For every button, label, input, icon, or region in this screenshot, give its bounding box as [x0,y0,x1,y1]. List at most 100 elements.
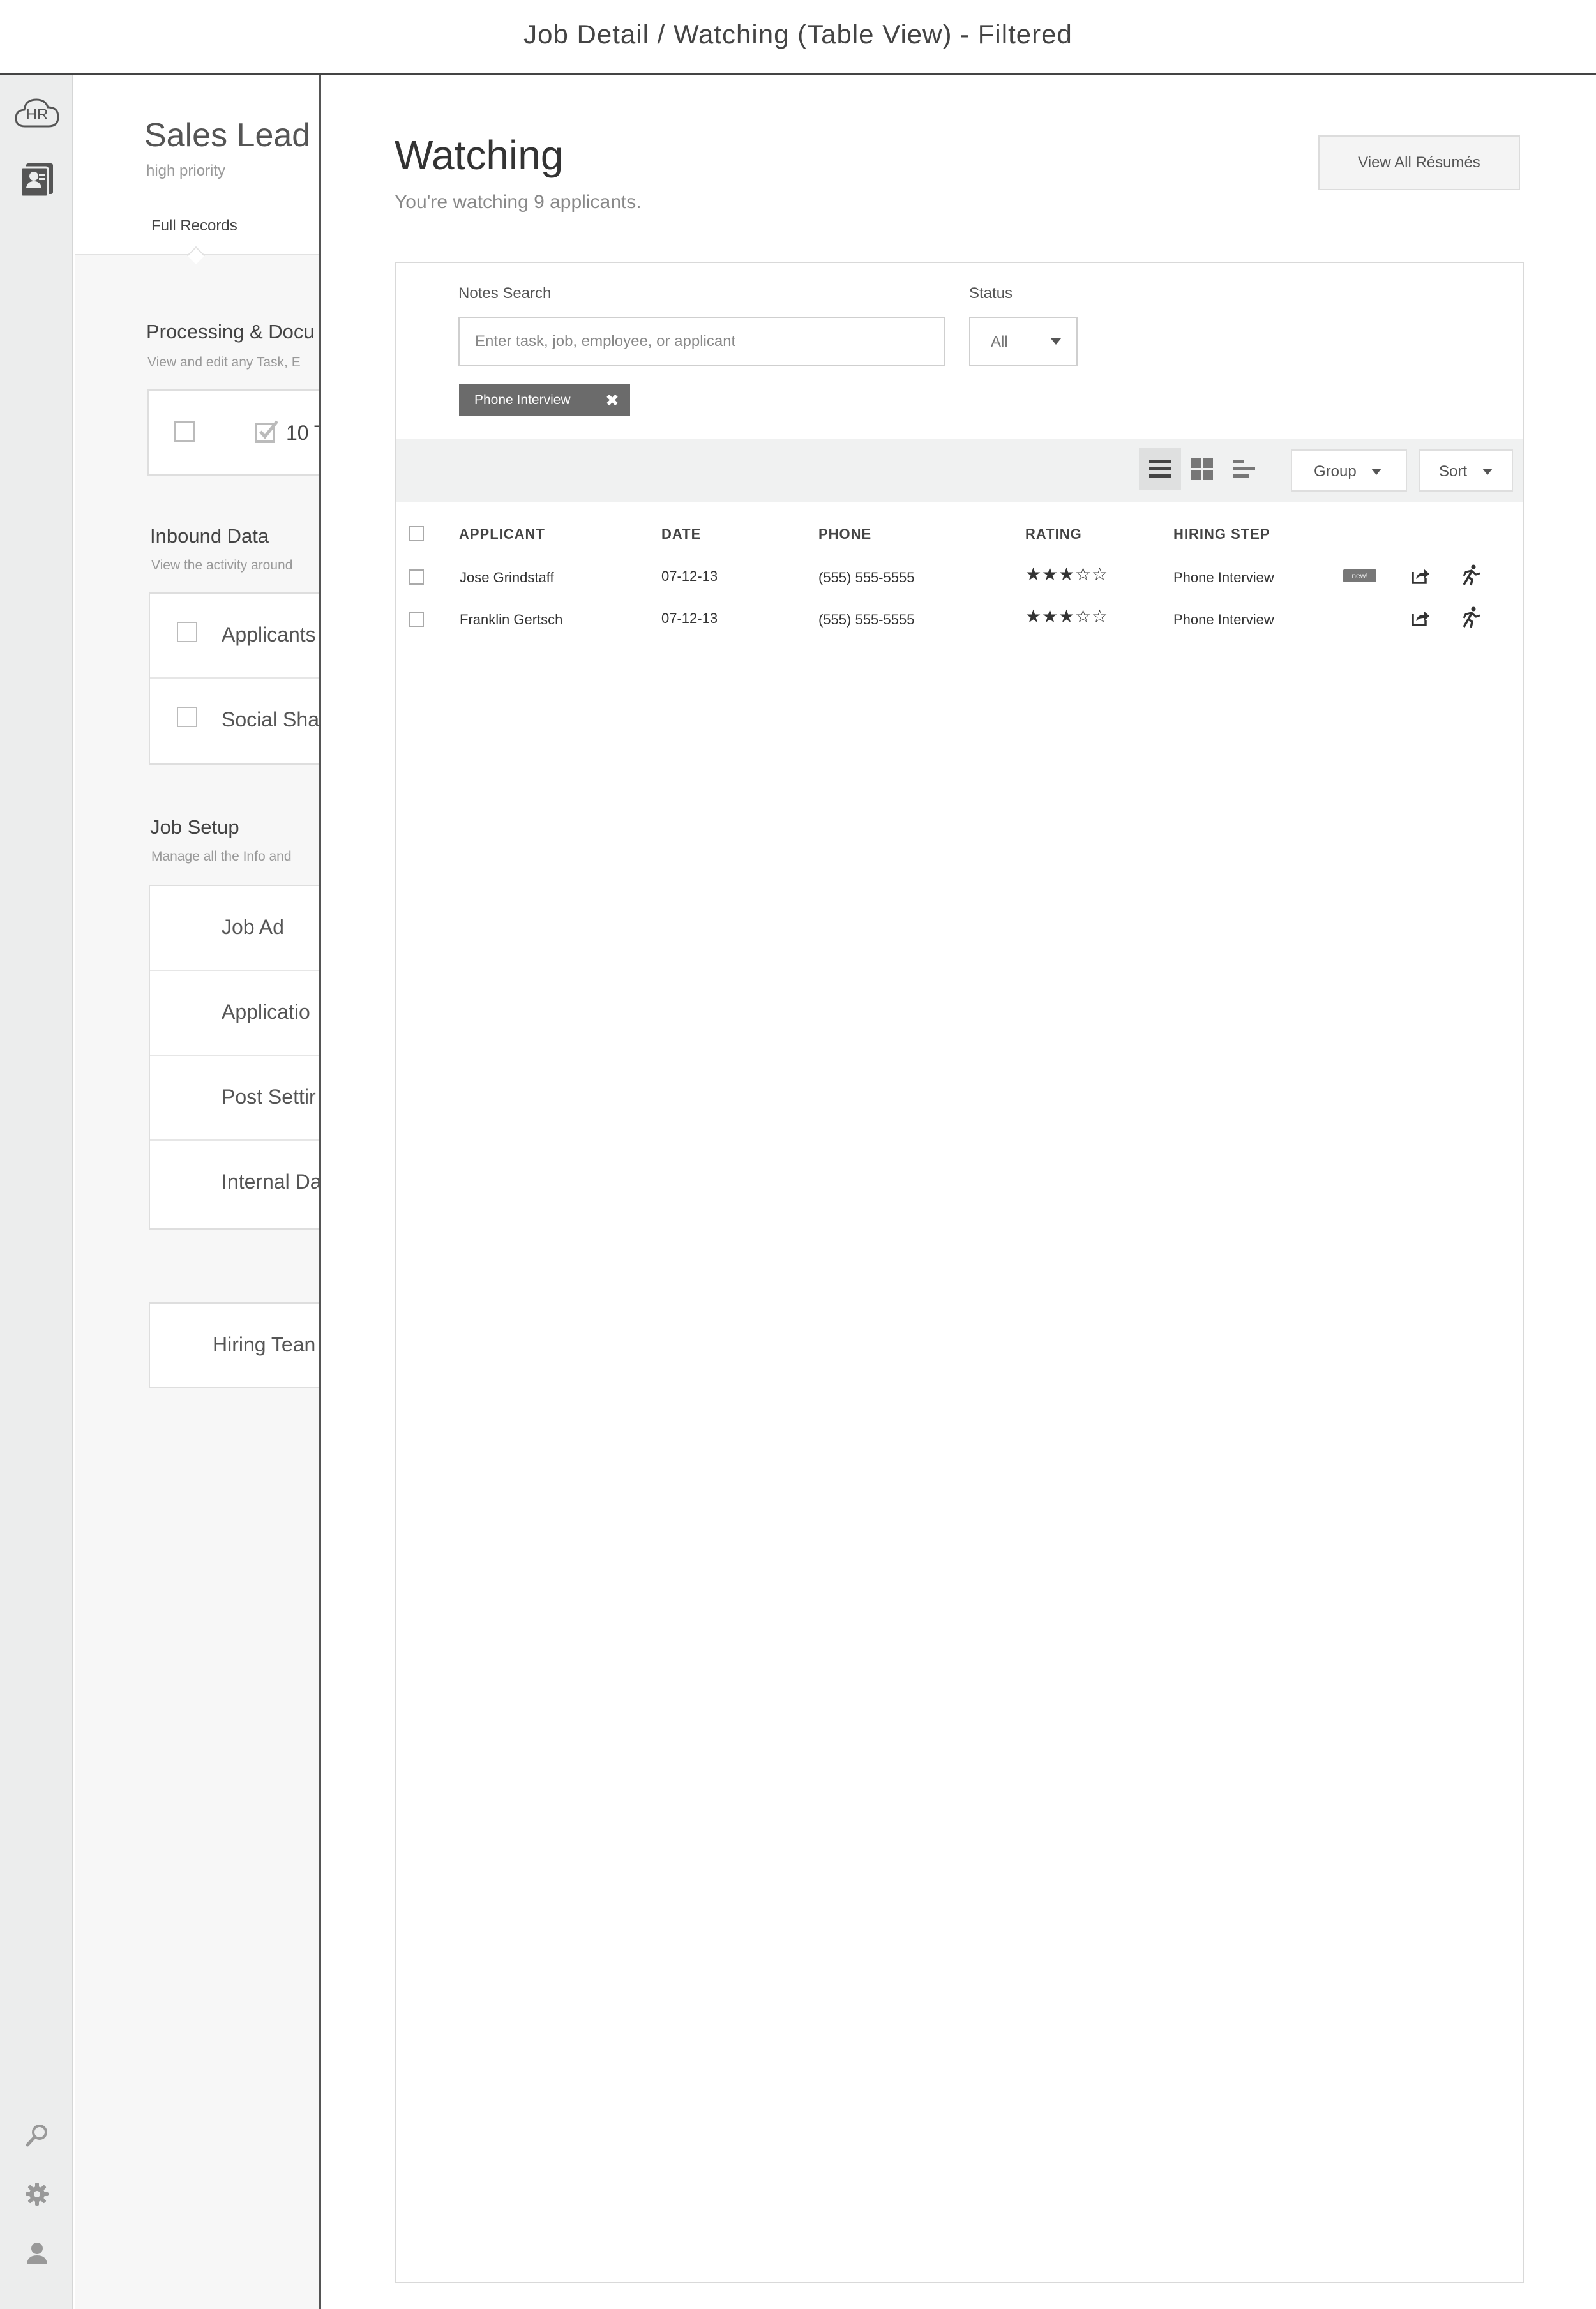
status-select[interactable]: All [969,317,1078,366]
column-header-phone[interactable]: PHONE [818,526,871,543]
job-detail-header: Sales Lead high priority Full Records [75,75,320,265]
applicants-checkbox[interactable] [177,622,197,642]
hr-cloud-logo-icon[interactable]: HR [13,93,61,134]
tasks-row[interactable]: 10 T [149,391,320,476]
active-tab-indicator [186,246,206,265]
top-header: Job Detail / Watching (Table View) - Fil… [0,0,1596,75]
share-icon[interactable] [1411,567,1430,588]
table-toolbar: Group Sort [396,439,1523,502]
setup-item-label: Applicatio [222,1000,310,1023]
tab-full-records[interactable]: Full Records [151,217,237,235]
group-label: Group [1314,463,1357,480]
job-detail-background-panel: Sales Lead high priority Full Records Pr… [75,75,320,2309]
star-empty-icon[interactable]: ☆ [1075,608,1091,626]
applicant-name[interactable]: Franklin Gertsch [460,612,562,628]
inbound-item-label: Applicants [222,623,316,646]
star-filled-icon[interactable]: ★ [1025,566,1041,583]
applicants-table-card: Notes Search Status All Phone Interview … [395,262,1524,2283]
star-empty-icon[interactable]: ☆ [1092,608,1108,626]
setup-item-internal-data[interactable]: Internal Da [150,1141,320,1226]
column-header-applicant[interactable]: APPLICANT [459,526,545,543]
star-empty-icon[interactable]: ☆ [1075,566,1091,583]
user-profile-icon[interactable] [13,2239,61,2267]
setup-item-job-ad[interactable]: Job Ad [150,886,320,971]
inbound-item-applicants[interactable]: Applicants [150,594,320,679]
inbound-section-title: Inbound Data [150,525,269,547]
group-dropdown-button[interactable]: Group [1291,449,1407,492]
job-priority: high priority [146,162,226,179]
star-filled-icon[interactable]: ★ [1042,566,1058,583]
notes-search-label: Notes Search [458,285,552,302]
list-view-button[interactable] [1139,448,1181,490]
watching-title: Watching [395,132,564,178]
social-share-checkbox[interactable] [177,707,197,727]
inbound-card: Applicants Social Sha [149,592,320,765]
chevron-down-icon [1051,338,1061,345]
list-view-icon [1149,460,1171,478]
move-applicant-icon[interactable] [1461,564,1481,589]
processing-section-subtitle: View and edit any Task, E [147,355,301,370]
filter-chip: Phone Interview ✖ [459,384,630,416]
star-filled-icon[interactable]: ★ [1058,608,1074,626]
grid-view-button[interactable] [1181,448,1223,490]
grid-view-icon [1191,458,1213,480]
close-icon[interactable]: ✖ [603,391,621,410]
hiring-team-card[interactable]: Hiring Tean [149,1302,320,1388]
setup-item-post-settings[interactable]: Post Settir [150,1056,320,1141]
applicant-hiring-step: Phone Interview [1173,612,1274,628]
chevron-down-icon [1371,469,1381,475]
view-all-resumes-button[interactable]: View All Résumés [1318,135,1520,190]
star-filled-icon[interactable]: ★ [1058,566,1074,583]
setup-item-label: Job Ad [222,915,284,938]
setup-section-subtitle: Manage all the Info and [151,849,292,864]
notes-search-input[interactable] [458,317,945,366]
setup-section-title: Job Setup [150,816,239,838]
processing-section-title: Processing & Docu [146,320,315,343]
applicant-date: 07-12-13 [661,610,718,626]
timeline-view-button[interactable] [1223,448,1265,490]
move-applicant-icon[interactable] [1461,606,1481,631]
icon-rail: HR [0,75,73,2309]
row-checkbox[interactable] [409,569,424,585]
applicant-hiring-step: Phone Interview [1173,569,1274,585]
applicants-icon[interactable] [13,161,61,199]
inbound-item-social-share[interactable]: Social Sha [150,679,320,763]
applicant-phone: (555) 555-5555 [818,612,915,628]
status-label: Status [969,285,1013,302]
setup-card: Job Ad Applicatio Post Settir Internal D… [149,885,320,1230]
filter-area: Notes Search Status All Phone Interview … [396,263,1523,439]
chevron-down-icon [1482,469,1493,475]
column-header-rating[interactable]: RATING [1025,526,1082,543]
task-count: 10 T [286,421,320,444]
setup-item-label: Post Settir [222,1085,316,1108]
hr-logo-text: HR [26,106,49,123]
filter-chip-label: Phone Interview [474,393,571,407]
applicant-date: 07-12-13 [661,568,718,584]
column-header-date[interactable]: DATE [661,526,701,543]
star-filled-icon[interactable]: ★ [1042,608,1058,626]
job-title: Sales Lead [144,117,311,154]
applicant-phone: (555) 555-5555 [818,569,915,585]
inbound-item-label: Social Sha [222,708,319,731]
table-row[interactable]: Jose Grindstaff 07-12-13 (555) 555-5555 … [396,555,1523,598]
timeline-view-icon [1233,460,1255,478]
inbound-section-subtitle: View the activity around [151,558,293,573]
status-selected-value: All [991,333,1008,350]
watching-subtitle: You're watching 9 applicants. [395,192,642,213]
table-row[interactable]: Franklin Gertsch 07-12-13 (555) 555-5555… [396,598,1523,640]
applicant-name[interactable]: Jose Grindstaff [460,569,554,586]
gear-icon[interactable] [13,2180,61,2208]
setup-item-label: Internal Da [222,1170,320,1193]
search-icon[interactable] [13,2121,61,2149]
select-all-checkbox[interactable] [409,526,424,541]
setup-item-application[interactable]: Applicatio [150,971,320,1056]
star-filled-icon[interactable]: ★ [1025,608,1041,626]
share-icon[interactable] [1411,609,1430,630]
new-badge: new! [1343,569,1376,582]
column-header-hiring-step[interactable]: HIRING STEP [1173,526,1270,543]
sort-label: Sort [1439,463,1468,480]
tasks-checkbox[interactable] [174,421,195,442]
star-empty-icon[interactable]: ☆ [1092,566,1108,583]
sort-dropdown-button[interactable]: Sort [1419,449,1513,492]
row-checkbox[interactable] [409,612,424,627]
